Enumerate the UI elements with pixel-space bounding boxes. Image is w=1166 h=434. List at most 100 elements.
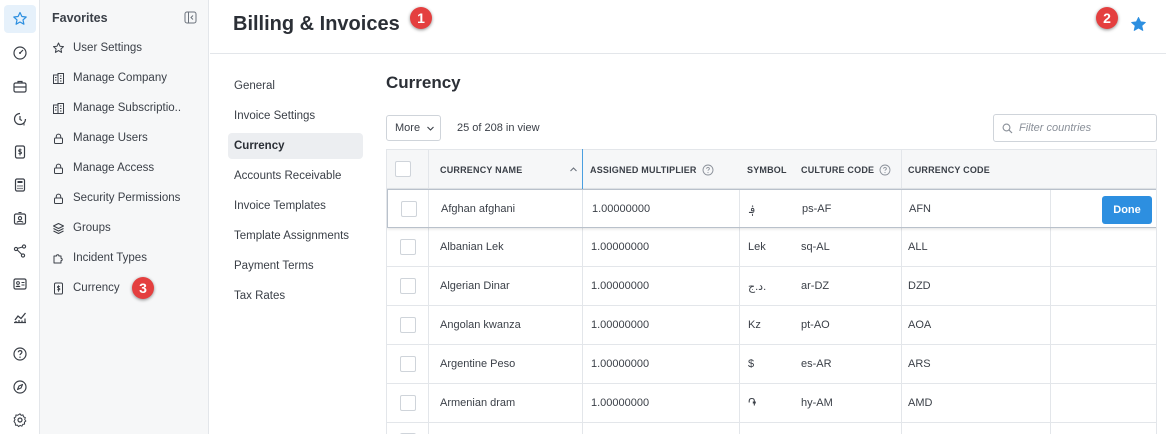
- favorite-item-label: Manage Subscriptio..: [73, 102, 182, 114]
- cell-symbol: ؋: [749, 203, 756, 216]
- star-icon[interactable]: [4, 5, 36, 33]
- filter-countries-box[interactable]: [993, 114, 1157, 142]
- cell-culture-code: pt-AO: [801, 319, 830, 331]
- favorite-item-user-settings[interactable]: User Settings: [52, 38, 202, 58]
- cell-currency-name: Armenian dram: [440, 397, 516, 409]
- table-row[interactable]: Angolan kwanza 1.00000000 Kz pt-AO AOA: [387, 306, 1156, 345]
- column-header-assigned-multiplier[interactable]: ASSIGNED MULTIPLIER: [590, 150, 714, 189]
- subnav-item-currency[interactable]: Currency: [228, 133, 363, 159]
- dashboard-icon[interactable]: [4, 39, 36, 67]
- building-icon: [53, 72, 64, 84]
- favorite-item-label: Security Permissions: [73, 192, 181, 204]
- favorite-item-label: Manage Access: [73, 162, 155, 174]
- layers-icon: [53, 222, 64, 234]
- subnav-item-payment-terms[interactable]: Payment Terms: [228, 253, 363, 279]
- more-dropdown-button[interactable]: More: [386, 115, 441, 141]
- icon-rail: [0, 0, 40, 434]
- contact-card-icon[interactable]: [4, 270, 36, 298]
- cell-culture-code: es-AR: [801, 358, 832, 370]
- subnav-item-general[interactable]: General: [228, 73, 363, 99]
- cell-symbol: د.ج.: [748, 280, 767, 293]
- analytics-icon[interactable]: [4, 303, 36, 331]
- cell-multiplier[interactable]: 1.00000000: [591, 345, 649, 383]
- table-row[interactable]: Algerian Dinar 1.00000000 د.ج. ar-DZ DZD: [387, 267, 1156, 306]
- favorite-item-label: Manage Users: [73, 132, 148, 144]
- column-divider-active: [582, 149, 583, 189]
- row-checkbox[interactable]: [400, 239, 416, 255]
- column-header-symbol[interactable]: SYMBOL: [747, 150, 787, 189]
- star-icon: [53, 42, 64, 53]
- subnav-item-tax-rates[interactable]: Tax Rates: [228, 283, 363, 309]
- cell-currency-name: Argentine Peso: [440, 358, 516, 370]
- column-header-currency-code[interactable]: CURRENCY CODE: [908, 150, 990, 189]
- dollar-doc-icon[interactable]: [4, 138, 36, 166]
- more-button-label: More: [395, 122, 421, 134]
- cell-currency-code: DZD: [908, 280, 931, 292]
- cell-symbol: Kz: [748, 319, 761, 331]
- chevron-down-icon: [427, 126, 434, 131]
- gear-icon[interactable]: [4, 406, 36, 434]
- subnav-item-accounts-receivable[interactable]: Accounts Receivable: [228, 163, 363, 189]
- cell-culture-code: hy-AM: [801, 397, 833, 409]
- subnav-item-template-assignments[interactable]: Template Assignments: [228, 223, 363, 249]
- compass-icon[interactable]: [4, 373, 36, 401]
- cell-multiplier[interactable]: 1.00000000: [591, 306, 649, 344]
- favorite-item-manage-subscriptions[interactable]: Manage Subscriptio..: [52, 98, 202, 118]
- sort-ascending-icon[interactable]: [569, 165, 578, 174]
- help-icon[interactable]: [702, 164, 714, 176]
- briefcase-icon[interactable]: [4, 72, 36, 100]
- share-nodes-icon[interactable]: [4, 237, 36, 265]
- column-header-currency-name[interactable]: CURRENCY NAME: [440, 150, 522, 189]
- favorite-item-currency[interactable]: Currency: [52, 278, 202, 298]
- favorite-item-manage-access[interactable]: Manage Access: [52, 158, 202, 178]
- table-row[interactable]: Afghan afghani 1.00000000 ؋ ps-AF AFN Do…: [387, 189, 1156, 228]
- favorite-item-incident-types[interactable]: Incident Types: [52, 248, 202, 268]
- cell-multiplier[interactable]: 1.00000000: [591, 267, 649, 305]
- favorite-item-manage-company[interactable]: Manage Company: [52, 68, 202, 88]
- clock-dollar-icon[interactable]: [4, 105, 36, 133]
- help-icon[interactable]: [879, 164, 891, 176]
- select-all-checkbox[interactable]: [395, 161, 411, 177]
- cell-currency-name: Angolan kwanza: [440, 319, 521, 331]
- cell-symbol: Lek: [748, 241, 766, 253]
- done-button[interactable]: Done: [1102, 196, 1152, 224]
- id-badge-icon[interactable]: [4, 204, 36, 232]
- cell-currency-code: ALL: [908, 241, 928, 253]
- currency-table: CURRENCY NAME ASSIGNED MULTIPLIER SYMBOL…: [386, 149, 1157, 434]
- column-divider: [901, 149, 902, 189]
- cell-culture-code: sq-AL: [801, 241, 830, 253]
- favorite-item-label: Currency: [73, 282, 120, 294]
- cell-multiplier[interactable]: 1.00000000: [591, 384, 649, 422]
- annotation-badge-1: 1: [410, 7, 432, 29]
- row-checkbox[interactable]: [400, 278, 416, 294]
- subnav-item-invoice-settings[interactable]: Invoice Settings: [228, 103, 363, 129]
- row-checkbox[interactable]: [401, 201, 417, 217]
- filter-countries-input[interactable]: [1019, 122, 1149, 134]
- favorite-item-groups[interactable]: Groups: [52, 218, 202, 238]
- puzzle-icon: [53, 253, 63, 263]
- table-row[interactable]: Argentine Peso 1.00000000 $ es-AR ARS: [387, 345, 1156, 384]
- help-icon[interactable]: [4, 340, 36, 368]
- row-checkbox[interactable]: [400, 317, 416, 333]
- table-row-partial[interactable]: [387, 423, 1156, 434]
- table-row[interactable]: Armenian dram 1.00000000 ֏ hy-AM AMD: [387, 384, 1156, 423]
- favorite-item-label: Incident Types: [73, 252, 147, 264]
- lock-icon: [54, 133, 63, 144]
- cell-symbol: $: [748, 358, 755, 370]
- favorite-item-manage-users[interactable]: Manage Users: [52, 128, 202, 148]
- lock-icon: [54, 163, 63, 174]
- column-header-culture-code[interactable]: CULTURE CODE: [801, 150, 891, 189]
- row-checkbox[interactable]: [400, 356, 416, 372]
- table-row[interactable]: Albanian Lek 1.00000000 Lek sq-AL ALL: [387, 228, 1156, 267]
- cell-multiplier[interactable]: 1.00000000: [592, 190, 650, 228]
- row-checkbox[interactable]: [400, 395, 416, 411]
- subnav-item-invoice-templates[interactable]: Invoice Templates: [228, 193, 363, 219]
- cell-multiplier[interactable]: 1.00000000: [591, 228, 649, 266]
- collapse-panel-icon[interactable]: [184, 11, 197, 24]
- cell-culture-code: ps-AF: [802, 203, 832, 215]
- favorite-item-label: User Settings: [73, 42, 143, 54]
- favorite-item-security-permissions[interactable]: Security Permissions: [52, 188, 202, 208]
- calculator-icon[interactable]: [4, 171, 36, 199]
- favorite-star-icon[interactable]: [1130, 16, 1147, 33]
- favorite-item-label: Manage Company: [73, 72, 167, 84]
